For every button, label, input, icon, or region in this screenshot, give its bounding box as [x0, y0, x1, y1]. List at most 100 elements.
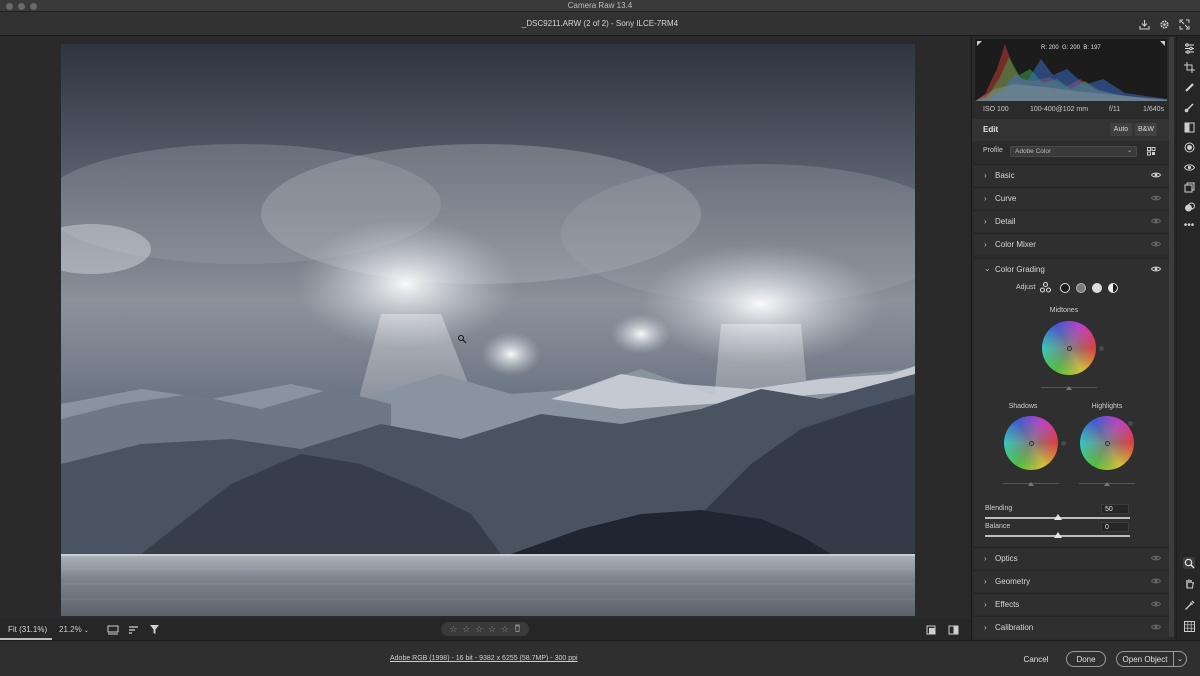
chevron-down-icon: ⌄ — [83, 628, 89, 634]
rating-star[interactable]: ☆ — [501, 624, 509, 635]
section-effects[interactable]: › Effects — [974, 593, 1169, 615]
eye-icon[interactable] — [1151, 240, 1161, 248]
eye-icon[interactable] — [1151, 623, 1161, 631]
save-icon[interactable] — [1137, 17, 1151, 31]
image-canvas[interactable] — [0, 37, 970, 619]
healing-brush-icon[interactable] — [1183, 81, 1195, 93]
rating-star[interactable]: ☆ — [449, 624, 457, 635]
highlights-option[interactable] — [1092, 283, 1102, 293]
hand-tool-icon[interactable] — [1183, 577, 1195, 589]
bw-button[interactable]: B&W — [1135, 123, 1157, 136]
tool-strip: ••• — [1176, 37, 1200, 640]
filmstrip-icon[interactable] — [106, 623, 120, 636]
highlights-color-wheel[interactable] — [1080, 416, 1134, 470]
shadows-color-wheel[interactable] — [1004, 416, 1058, 470]
adjustment-brush-icon[interactable] — [1183, 101, 1195, 113]
profile-dropdown[interactable]: Adobe Color ⌄ — [1010, 146, 1137, 157]
highlights-luminance-slider[interactable] — [1079, 482, 1135, 486]
balance-slider-thumb[interactable] — [1053, 532, 1062, 538]
section-color-mixer[interactable]: › Color Mixer — [974, 233, 1169, 255]
graduated-filter-icon[interactable] — [1183, 121, 1195, 133]
blending-value-input[interactable]: 50 — [1101, 504, 1129, 514]
filter-icon[interactable] — [147, 623, 161, 636]
wheel-center-handle[interactable] — [1028, 440, 1034, 446]
three-way-icon[interactable] — [1040, 282, 1051, 295]
section-calibration[interactable]: › Calibration — [974, 616, 1169, 638]
auto-button[interactable]: Auto — [1110, 123, 1132, 136]
chevron-right-icon: › — [984, 577, 987, 586]
open-object-button[interactable]: Open Object — [1116, 651, 1174, 667]
chevron-right-icon: › — [984, 554, 987, 563]
eye-icon[interactable] — [1151, 554, 1161, 562]
eye-icon[interactable] — [1151, 600, 1161, 608]
zoom-tool-icon[interactable] — [1183, 557, 1195, 569]
profile-browser-icon[interactable] — [1147, 147, 1157, 158]
done-button[interactable]: Done — [1066, 651, 1106, 667]
star-rating[interactable]: ☆ ☆ ☆ ☆ ☆ — [441, 622, 529, 636]
title-bar: Camera Raw 13.4 — [0, 0, 1200, 12]
eye-icon[interactable] — [1151, 265, 1161, 273]
histogram[interactable]: R: 200 G: 200 B: 197 — [975, 39, 1167, 101]
chevron-down-icon[interactable]: ⌄ — [984, 264, 991, 273]
midtones-luminance-slider[interactable] — [1041, 386, 1097, 390]
shadows-luminance-handle[interactable] — [1061, 441, 1066, 446]
eye-icon[interactable] — [1151, 194, 1161, 202]
rating-star[interactable]: ☆ — [475, 624, 483, 635]
zoom-level-dropdown[interactable]: 21.2% ⌄ — [59, 625, 89, 634]
rating-star[interactable]: ☆ — [462, 624, 470, 635]
sort-icon[interactable] — [127, 623, 141, 636]
wheel-center-handle[interactable] — [1104, 440, 1110, 446]
edit-sliders-icon[interactable] — [1183, 42, 1195, 54]
crop-icon[interactable] — [1183, 61, 1195, 73]
scrollbar-thumb[interactable] — [1169, 37, 1174, 637]
midtones-color-wheel[interactable] — [1042, 321, 1096, 375]
global-option[interactable] — [1108, 283, 1118, 293]
eye-icon[interactable] — [1151, 577, 1161, 585]
slider-thumb[interactable] — [1066, 386, 1072, 390]
rating-star[interactable]: ☆ — [488, 624, 496, 635]
red-eye-icon[interactable] — [1183, 161, 1195, 173]
open-options-dropdown[interactable]: ⌄ — [1174, 651, 1187, 667]
edit-title: Edit — [983, 125, 999, 134]
section-curve[interactable]: › Curve — [974, 187, 1169, 209]
cancel-button[interactable]: Cancel — [1018, 651, 1054, 667]
panel-scrollbar[interactable] — [1169, 37, 1174, 640]
before-after-icon[interactable] — [946, 623, 960, 636]
blending-slider[interactable] — [985, 514, 1130, 520]
eye-icon[interactable] — [1151, 171, 1161, 179]
shadows-luminance-slider[interactable] — [1003, 482, 1059, 486]
balance-value-input[interactable]: 0 — [1101, 522, 1129, 532]
more-options-icon[interactable]: ••• — [1183, 219, 1195, 231]
blending-slider-thumb[interactable] — [1053, 514, 1062, 520]
settings-gear-icon[interactable] — [1157, 17, 1171, 31]
color-sampler-icon[interactable] — [1183, 599, 1195, 611]
balance-label: Balance — [985, 523, 1011, 530]
single-view-icon[interactable] — [924, 623, 938, 636]
slider-thumb[interactable] — [1028, 482, 1034, 486]
eye-icon[interactable] — [1151, 217, 1161, 225]
section-color-grading-label[interactable]: Color Grading — [995, 265, 1045, 274]
zoom-fit-button[interactable]: Fit (31.1%) — [0, 619, 52, 640]
workflow-options-link[interactable]: Adobe RGB (1998) - 16 bit - 9382 x 6255 … — [390, 655, 578, 662]
section-color-mixer-label: Color Mixer — [995, 240, 1036, 249]
grid-overlay-icon[interactable] — [1183, 620, 1195, 632]
balance-slider[interactable] — [985, 532, 1130, 538]
snapshots-icon[interactable] — [1183, 181, 1195, 193]
highlights-luminance-handle[interactable] — [1128, 421, 1133, 426]
trash-icon[interactable] — [514, 624, 521, 634]
photo-preview[interactable] — [61, 44, 915, 616]
radial-filter-icon[interactable] — [1183, 141, 1195, 153]
fullscreen-icon[interactable] — [1177, 17, 1191, 31]
section-detail[interactable]: › Detail — [974, 210, 1169, 232]
section-basic[interactable]: › Basic — [974, 164, 1169, 186]
shadows-option[interactable] — [1060, 283, 1070, 293]
presets-icon[interactable] — [1183, 201, 1195, 213]
section-geometry[interactable]: › Geometry — [974, 570, 1169, 592]
midtones-luminance-handle[interactable] — [1099, 346, 1104, 351]
slider-thumb[interactable] — [1104, 482, 1110, 486]
wheel-center-handle[interactable] — [1066, 345, 1072, 351]
section-optics-label: Optics — [995, 554, 1018, 563]
midtones-option[interactable] — [1076, 283, 1086, 293]
section-optics[interactable]: › Optics — [974, 547, 1169, 569]
exif-shutter: 1/640s — [1143, 106, 1165, 113]
